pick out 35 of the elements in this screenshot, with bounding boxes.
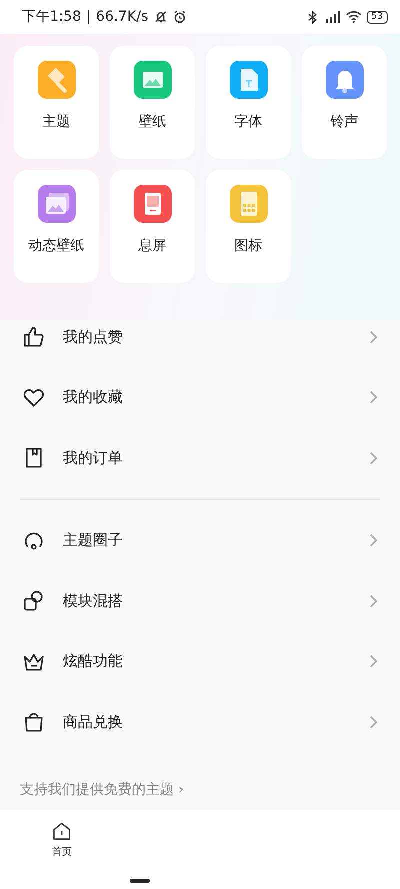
category-tile[interactable]: 字体 — [206, 46, 291, 159]
menu-item[interactable]: 我的点赞 — [0, 307, 400, 368]
menu-item[interactable]: 我的订单 — [0, 428, 400, 488]
alarm-icon — [172, 10, 187, 24]
menu-item[interactable]: 主题圈子 — [0, 510, 400, 571]
home-indicator — [130, 879, 150, 883]
chevron-icon — [370, 716, 378, 729]
shapes-icon — [22, 589, 46, 614]
chevron-icon — [370, 330, 378, 344]
bluetooth-icon — [308, 10, 318, 24]
battery-indicator: 53 — [366, 10, 388, 24]
mute-icon — [154, 10, 168, 24]
status-time: 下午1:58 — [22, 8, 82, 26]
wifi-icon — [346, 11, 362, 23]
category-tile[interactable]: 铃声 — [302, 46, 387, 159]
menu-item[interactable]: 我的收藏 — [0, 368, 400, 428]
category-tile[interactable]: 动态壁纸 — [14, 170, 99, 283]
menu-item[interactable]: 炫酷功能 — [0, 632, 400, 692]
separator: | — [86, 9, 92, 25]
menu-item[interactable]: 模块混搭 — [0, 571, 400, 632]
chevron-icon — [370, 655, 378, 668]
network-speed: 66.7K/s — [96, 9, 149, 25]
menu-item[interactable]: 商品兑换 — [0, 692, 400, 752]
chevron-icon — [370, 594, 378, 608]
bag-icon — [22, 710, 46, 734]
thumbs-up-icon — [22, 325, 46, 350]
chevron-icon — [370, 534, 378, 548]
nav-tab[interactable]: 首页 — [45, 810, 79, 860]
category-tile[interactable]: 壁纸 — [110, 46, 195, 159]
chevron-icon — [370, 452, 378, 465]
category-tile[interactable]: 主题 — [14, 46, 99, 159]
chevron-icon — [370, 391, 378, 404]
category-tile[interactable]: 图标 — [206, 170, 291, 283]
category-tile[interactable]: 息屏 — [110, 170, 195, 283]
home-icon — [51, 822, 73, 841]
